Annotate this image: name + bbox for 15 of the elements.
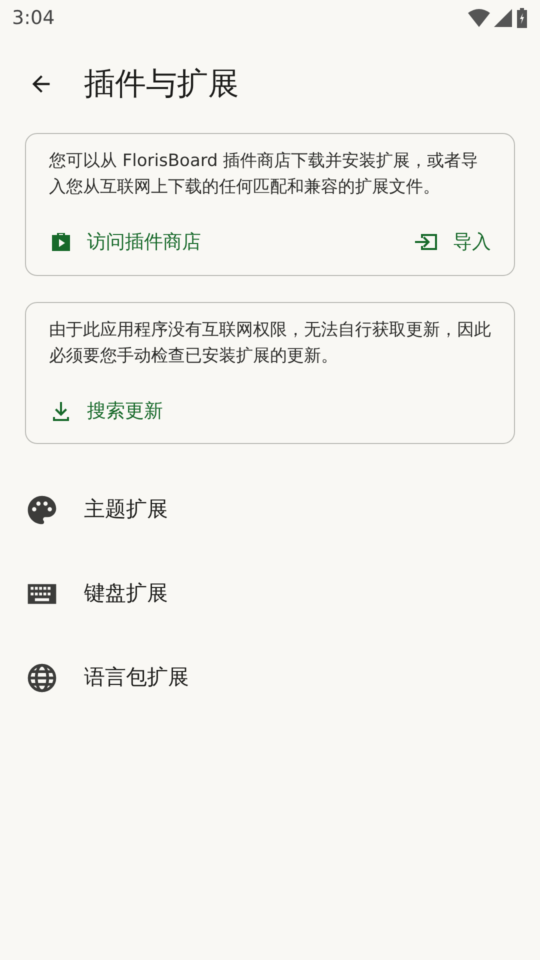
action-button[interactable]: 搜索更新 [49,392,163,429]
card-text: 由于此应用程序没有互联网权限，无法自行获取更新，因此必须要您手动检查已安装扩展的更新。 [49,318,491,368]
status-time: 3:04 [12,6,55,31]
wifi-icon [468,9,490,27]
action-button[interactable]: 访问插件商店 [49,224,201,260]
palette-icon [25,493,59,527]
signal-icon [494,9,512,27]
menu-item[interactable]: 主题扩展 [0,468,540,552]
globe-icon [25,661,59,695]
action-button[interactable]: 导入 [413,224,491,260]
card-text: 您可以从 FlorisBoard 插件商店下载并安装扩展，或者导入您从互联网上下载的任何匹配和兼容的扩展文件。 [49,150,480,199]
battery-icon [516,8,528,28]
menu-item[interactable]: 键盘扩展 [0,552,540,636]
page-title: 插件与扩展 [84,64,239,104]
menu-item[interactable]: 语言包扩展 [0,636,540,720]
